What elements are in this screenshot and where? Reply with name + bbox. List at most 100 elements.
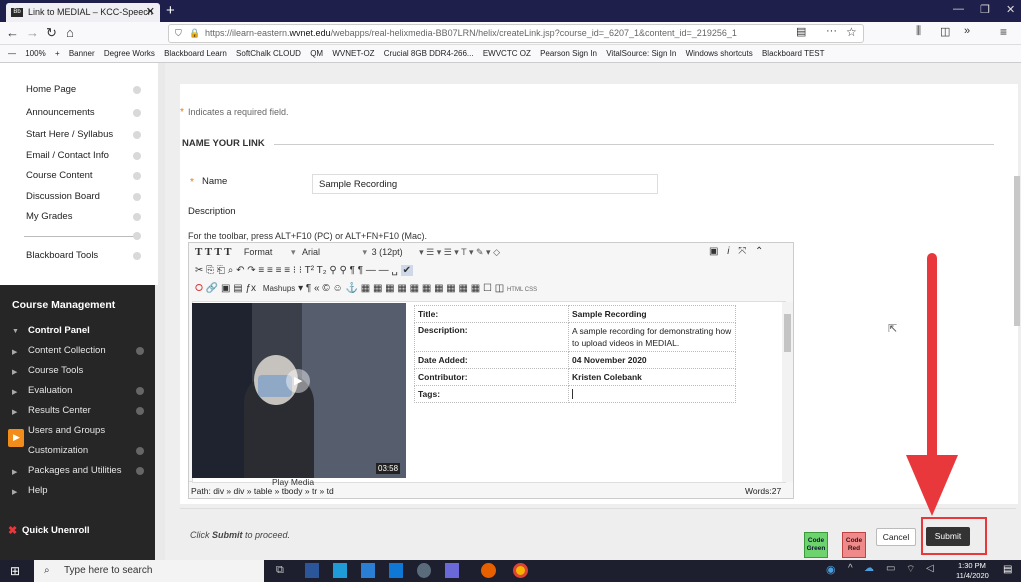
windows-start-icon[interactable]: ⊞: [10, 564, 20, 578]
cp-item-help[interactable]: Help: [28, 485, 48, 496]
bookmark-item[interactable]: Banner: [69, 49, 95, 58]
minimize-icon[interactable]: —: [953, 3, 964, 15]
app-icon[interactable]: [333, 563, 347, 578]
insert-icons[interactable]: 🔗 ▣ ▤ ƒx: [206, 283, 256, 294]
task-view-icon[interactable]: ⧉: [276, 564, 284, 577]
page-scrollbar-thumb[interactable]: [1014, 176, 1020, 326]
record-icon[interactable]: ⭘: [195, 283, 203, 294]
cp-item-packages-and-utilities[interactable]: Packages and Utilities: [28, 465, 121, 476]
cp-item-content-collection[interactable]: Content Collection: [28, 345, 106, 356]
chevron-right-icon[interactable]: ▶: [12, 368, 17, 376]
cancel-button[interactable]: Cancel: [876, 528, 916, 546]
code-red-button[interactable]: Code Red: [842, 532, 866, 558]
play-button-icon[interactable]: ▶: [286, 369, 310, 393]
zoom-plus-icon[interactable]: +: [55, 49, 60, 58]
sidebar-item-blackboard-tools[interactable]: Blackboard Tools: [26, 250, 98, 261]
cp-item-results-center[interactable]: Results Center: [28, 405, 91, 416]
bookmark-star-icon[interactable]: ☆: [846, 25, 857, 39]
size-dropdown[interactable]: 3 (12pt): [372, 247, 403, 257]
sidebar-item-start-here[interactable]: Start Here / Syllabus: [26, 129, 113, 140]
name-field[interactable]: Sample Recording: [312, 174, 658, 194]
library-icon[interactable]: ⫼: [916, 25, 921, 38]
cp-item-evaluation[interactable]: Evaluation: [28, 385, 72, 396]
bookmark-item[interactable]: QM: [310, 49, 323, 58]
volume-icon[interactable]: ◁: [926, 563, 934, 574]
spellcheck-toggle-icon[interactable]: ✔: [400, 265, 413, 276]
cp-item-course-tools[interactable]: Course Tools: [28, 365, 83, 376]
mashups-dropdown[interactable]: Mashups: [263, 284, 295, 293]
chevron-right-icon[interactable]: ▶: [12, 488, 17, 496]
help-tray-icon[interactable]: ◉: [826, 563, 836, 576]
reader-view-icon[interactable]: ▤: [796, 25, 806, 38]
bookmark-item[interactable]: Blackboard TEST: [762, 49, 825, 58]
editor-scrollbar-thumb[interactable]: [784, 314, 791, 352]
taskbar-search[interactable]: ⌕ Type here to search: [34, 560, 264, 582]
new-tab-icon[interactable]: +: [166, 2, 175, 19]
page-actions-icon[interactable]: ···: [826, 25, 837, 37]
cp-item-customization[interactable]: Customization: [28, 445, 88, 456]
bookmark-item[interactable]: Windows shortcuts: [686, 49, 753, 58]
sidebar-item-discussion-board[interactable]: Discussion Board: [26, 191, 100, 202]
cp-item-users-and-groups[interactable]: Users and Groups: [28, 425, 105, 436]
chevron-down-icon[interactable]: ▼: [12, 328, 19, 335]
chrome-app-icon[interactable]: [513, 563, 528, 578]
media-value[interactable]: [568, 385, 736, 403]
chevron-right-icon[interactable]: ▶: [12, 468, 17, 476]
fullscreen-icon[interactable]: ⤧: [738, 246, 746, 257]
menu-icon[interactable]: ≡: [1000, 25, 1007, 39]
firefox-app-icon[interactable]: [481, 563, 496, 578]
sidebar-toggle-icon[interactable]: ◫: [940, 25, 950, 38]
spellcheck-icon[interactable]: ▣: [709, 246, 718, 257]
bookmark-item[interactable]: SoftChalk CLOUD: [236, 49, 301, 58]
quick-unenroll-link[interactable]: Quick Unenroll: [22, 525, 90, 536]
tray-overflow-icon[interactable]: ^: [848, 563, 853, 574]
battery-icon[interactable]: ▭: [886, 563, 895, 574]
control-panel-heading[interactable]: Control Panel: [28, 325, 90, 336]
chevron-right-icon[interactable]: ▶: [12, 408, 17, 416]
restore-icon[interactable]: ❐: [980, 3, 990, 16]
code-green-button[interactable]: Code Green: [804, 532, 828, 558]
sidebar-item-announcements[interactable]: Announcements: [26, 107, 95, 118]
sidebar-item-course-content[interactable]: Course Content: [26, 170, 93, 181]
submit-button[interactable]: Submit: [926, 527, 970, 546]
network-icon[interactable]: ⌔: [906, 563, 915, 576]
chevron-right-icon[interactable]: ▶: [12, 388, 17, 396]
url-bar[interactable]: ⛉ 🔒 https://ilearn-eastern.wvnet.edu/web…: [168, 24, 864, 43]
bookmark-item[interactable]: Crucial 8GB DDR4-266...: [384, 49, 474, 58]
tab-close-icon[interactable]: ✕: [146, 3, 155, 22]
browser-tab[interactable]: Bb Link to MEDIAL – KCC-Speech ✕: [6, 3, 160, 22]
list-format-icons[interactable]: ▾ ☰ ▾ ☰ ▾ T ▾ ✎ ▾ ◇: [419, 247, 500, 257]
reload-icon[interactable]: ↻: [46, 25, 57, 41]
font-dropdown[interactable]: Arial: [302, 247, 320, 257]
teams-app-icon[interactable]: [445, 563, 459, 578]
edit-action-icons[interactable]: ✂ ⎘ ⎗ ⌕ ↶ ↷ ≡ ≡ ≡ ≡ ⁝ ⁝ T² T₂ ⚲ ⚲ ¶ ¶ — …: [195, 265, 398, 276]
insert-more-icons[interactable]: ▾ ¶ « © ☺ ⚓ ▦ ▦ ▦ ▦ ▦ ▦ ▦ ▦ ▦ ▦ ☐ ◫: [298, 283, 504, 294]
bookmark-item[interactable]: VitalSource: Sign In: [606, 49, 676, 58]
sidebar-item-home-page[interactable]: Home Page: [26, 84, 76, 95]
bookmark-item[interactable]: WVNET-OZ: [332, 49, 374, 58]
outlook-app-icon[interactable]: [389, 563, 403, 578]
html-css-button[interactable]: HTML CSS: [507, 287, 537, 293]
word-app-icon[interactable]: [305, 563, 319, 578]
play-media-label[interactable]: Play Media: [272, 477, 314, 487]
collapse-toolbar-icon[interactable]: ⌃: [755, 246, 763, 257]
forward-icon[interactable]: →: [26, 25, 39, 40]
sidebar-item-my-grades[interactable]: My Grades: [26, 211, 72, 222]
sidebar-item-email[interactable]: Email / Contact Info: [26, 150, 109, 161]
text-style-icons[interactable]: T T T T: [195, 246, 231, 258]
media-thumbnail[interactable]: ▶ 03:58: [192, 303, 406, 478]
tray-date[interactable]: 11/4/2020: [956, 571, 989, 580]
format-dropdown[interactable]: Format: [244, 247, 273, 257]
app-icon[interactable]: [417, 563, 431, 578]
bookmark-item[interactable]: Pearson Sign In: [540, 49, 597, 58]
bookmark-item[interactable]: Degree Works: [104, 49, 155, 58]
chevron-right-icon[interactable]: ▶: [12, 348, 17, 356]
bookmark-item[interactable]: Blackboard Learn: [164, 49, 227, 58]
editor-scrollbar[interactable]: [782, 302, 793, 482]
notifications-icon[interactable]: ▤: [1003, 564, 1012, 575]
zoom-level[interactable]: 100%: [25, 49, 45, 58]
close-window-icon[interactable]: ✕: [1006, 3, 1015, 16]
bookmark-item[interactable]: EWVCTC OZ: [483, 49, 531, 58]
tray-time[interactable]: 1:30 PM: [958, 561, 986, 570]
app-icon[interactable]: [361, 563, 375, 578]
